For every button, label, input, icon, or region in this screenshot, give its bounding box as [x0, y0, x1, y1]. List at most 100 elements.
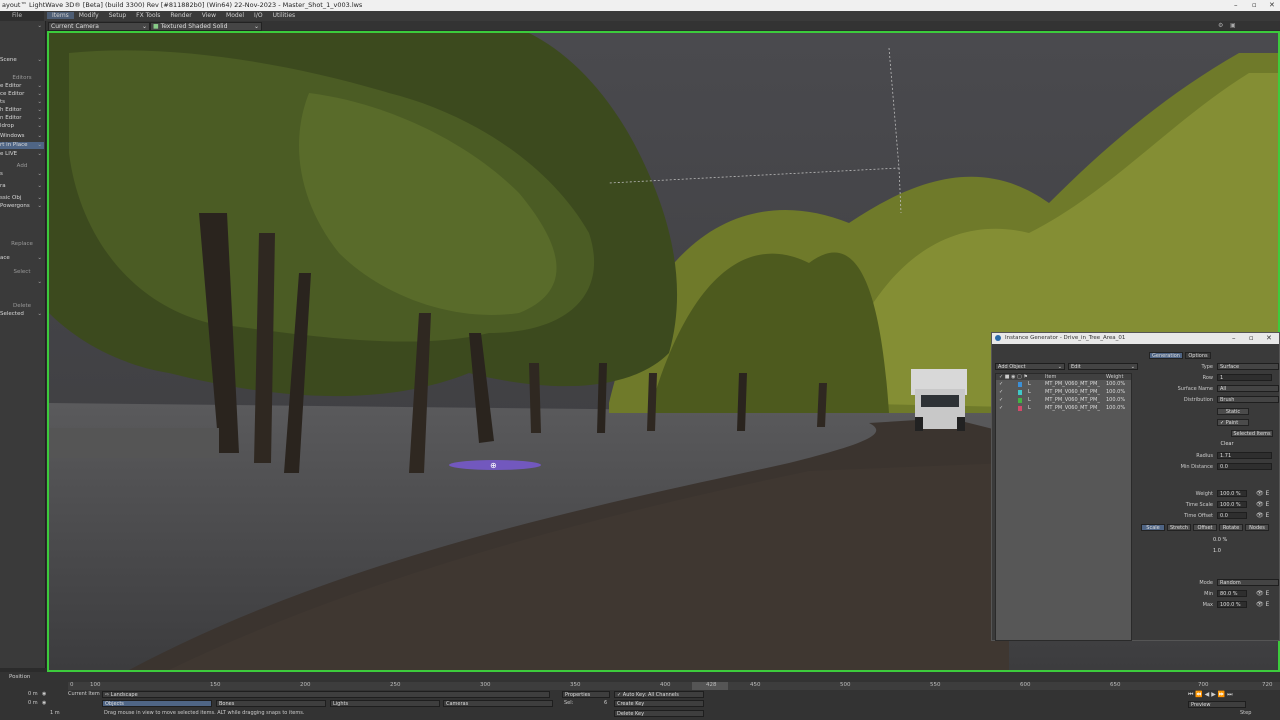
minimize-icon[interactable]: –: [1234, 1, 1238, 9]
sidebar-item[interactable]: ldrop ⌄: [0, 123, 44, 130]
menu-tab-render[interactable]: Render: [165, 12, 196, 19]
sidebar-item[interactable]: Selected ⌄: [0, 311, 44, 318]
sidebar-item[interactable]: ace ⌄: [0, 255, 44, 262]
distribution-dropdown[interactable]: Brush: [1217, 396, 1279, 403]
preview-dropdown[interactable]: Preview: [1188, 701, 1246, 708]
chevron-down-icon: ⌄: [37, 57, 42, 63]
delete-key-button[interactable]: Delete Key: [614, 710, 704, 717]
max-field[interactable]: 100.0 %: [1217, 601, 1247, 608]
sidebar-item[interactable]: ts ⌄: [0, 99, 44, 106]
file-menu[interactable]: File: [0, 11, 44, 21]
bones-tab[interactable]: Bones: [216, 700, 326, 707]
object-list-header: ✓ ■ ◉ ▢ ⚑ Item Weight: [996, 374, 1131, 380]
sidebar-item[interactable]: ra ⌄: [0, 183, 44, 190]
radius-field[interactable]: 1.71: [1217, 452, 1272, 459]
surface-name-dropdown[interactable]: All: [1217, 385, 1279, 392]
checkbox-icon[interactable]: ✓: [999, 397, 1003, 404]
clear-button[interactable]: Clear: [1217, 441, 1237, 448]
file-menu-label: File: [12, 12, 23, 19]
eye-icon[interactable]: ◉: [42, 691, 46, 698]
timeline-scrubber[interactable]: 0 100 150 200 250 300 350 400 428 450 500 550 600 650…: [68, 682, 1280, 690]
maximize-icon[interactable]: ▫: [1252, 1, 1257, 9]
lightwave-logo-icon: [995, 335, 1001, 341]
menu-tab-model[interactable]: Model: [221, 12, 249, 19]
sidebar-item[interactable]: Windows ⌄: [0, 133, 44, 140]
tab-generation[interactable]: Generation: [1149, 352, 1183, 359]
shading-select[interactable]: ■ Textured Shaded Solid ⌄: [150, 22, 262, 31]
eye-icon[interactable]: 👁 E: [1256, 501, 1269, 508]
objects-tab[interactable]: Objects: [102, 700, 212, 707]
menu-tab-i-o[interactable]: I/O: [249, 12, 268, 19]
static-button[interactable]: Static: [1217, 408, 1249, 415]
row-field[interactable]: 1: [1217, 374, 1272, 381]
radius-label: Radius: [1196, 453, 1213, 459]
view-options-icon[interactable]: ▣: [1230, 22, 1236, 29]
subtab-rotate[interactable]: Rotate: [1219, 524, 1243, 531]
checkbox-icon[interactable]: ✓: [999, 381, 1003, 388]
subtab-nodes[interactable]: Nodes: [1245, 524, 1269, 531]
sidebar-item[interactable]: e Editor ⌄: [0, 83, 44, 90]
sidebar-item[interactable]: n Editor ⌄: [0, 115, 44, 122]
menu-tab-modify[interactable]: Modify: [74, 12, 104, 19]
close-icon[interactable]: ✕: [1266, 334, 1272, 342]
sidebar-item[interactable]: Scene ⌄: [0, 57, 44, 64]
tab-options[interactable]: Options: [1185, 352, 1211, 359]
time-offset-field[interactable]: 0.0: [1217, 512, 1247, 519]
list-item[interactable]: ✓ L MT_PM_V060_MT_PM_ 100.0%: [996, 397, 1131, 404]
maximize-icon[interactable]: ▫: [1249, 334, 1254, 342]
sub-value-1[interactable]: 0.0 %: [1211, 537, 1241, 544]
weight-field[interactable]: 100.0 %: [1217, 490, 1247, 497]
subtab-scale[interactable]: Scale: [1141, 524, 1165, 531]
create-key-button[interactable]: Create Key: [614, 700, 704, 707]
playback-controls[interactable]: ⏮ ⏪ ◀ ▶ ⏩ ⏭: [1188, 691, 1278, 698]
menu-tab-items[interactable]: Items: [47, 12, 74, 19]
add-object-button[interactable]: Add Object ⌄: [995, 363, 1065, 370]
sidebar-item[interactable]: ⌄: [0, 279, 44, 286]
camera-select[interactable]: Current Camera ⌄: [48, 22, 150, 31]
sidebar-item[interactable]: ⌄: [0, 23, 44, 30]
sidebar-item[interactable]: h Editor ⌄: [0, 107, 44, 114]
checkbox-icon[interactable]: ✓: [999, 405, 1003, 412]
step-label: Step: [1240, 710, 1252, 716]
gear-icon[interactable]: ⚙: [1218, 22, 1223, 29]
edit-button[interactable]: Edit ⌄: [1068, 363, 1138, 370]
properties-button[interactable]: Properties: [562, 691, 610, 698]
subtab-offset[interactable]: Offset: [1193, 524, 1217, 531]
sidebar-item[interactable]: e LIVE ⌄: [0, 151, 44, 158]
surface-name-value: All: [1220, 386, 1227, 392]
sidebar-item[interactable]: rt in Place ⌄: [0, 142, 44, 149]
checkbox-icon[interactable]: ✓: [999, 389, 1003, 396]
type-dropdown[interactable]: Surface: [1217, 363, 1279, 370]
eye-icon[interactable]: 👁 E: [1256, 512, 1269, 519]
eye-icon[interactable]: 👁 E: [1256, 601, 1269, 608]
sidebar-item[interactable]: ssic Obj ⌄: [0, 195, 44, 202]
time-scale-field[interactable]: 100.0 %: [1217, 501, 1247, 508]
cameras-tab[interactable]: Cameras: [443, 700, 553, 707]
menu-tab-utilities[interactable]: Utilities: [268, 12, 301, 19]
close-icon[interactable]: ✕: [1269, 1, 1275, 9]
eye-icon[interactable]: 👁 E: [1256, 590, 1269, 597]
mode-dropdown[interactable]: Random: [1217, 579, 1279, 586]
lights-tab[interactable]: Lights: [330, 700, 440, 707]
subtab-stretch[interactable]: Stretch: [1167, 524, 1191, 531]
sidebar-item[interactable]: Powergons ⌄: [0, 203, 44, 210]
selected-items-button[interactable]: Selected Items: [1231, 430, 1273, 437]
sidebar-item[interactable]: ce Editor ⌄: [0, 91, 44, 98]
current-item-dropdown[interactable]: ⇨ Landscape: [102, 691, 550, 698]
menu-tab-setup[interactable]: Setup: [104, 12, 131, 19]
list-item[interactable]: ✓ L MT_PM_V060_MT_PM_ 100.0%: [996, 405, 1131, 412]
eye-icon[interactable]: ◉: [42, 700, 46, 707]
shading-select-label: Textured Shaded Solid: [160, 23, 228, 30]
auto-key-dropdown[interactable]: ✓ Auto Key: All Channels: [614, 691, 704, 698]
menu-tab-fx-tools[interactable]: FX Tools: [131, 12, 165, 19]
eye-icon[interactable]: 👁 E: [1256, 490, 1269, 497]
list-item[interactable]: ✓ L MT_PM_V060_MT_PM_ 100.0%: [996, 381, 1131, 388]
menu-tab-view[interactable]: View: [197, 12, 221, 19]
minimize-icon[interactable]: –: [1232, 334, 1236, 342]
sidebar-item[interactable]: s ⌄: [0, 171, 44, 178]
list-item[interactable]: ✓ L MT_PM_V060_MT_PM_ 100.0%: [996, 389, 1131, 396]
min-field[interactable]: 80.0 %: [1217, 590, 1247, 597]
sub-value-2[interactable]: 1.0: [1211, 548, 1241, 555]
paint-checkbox[interactable]: ✓ Paint: [1217, 419, 1249, 426]
min-distance-field[interactable]: 0.0: [1217, 463, 1272, 470]
